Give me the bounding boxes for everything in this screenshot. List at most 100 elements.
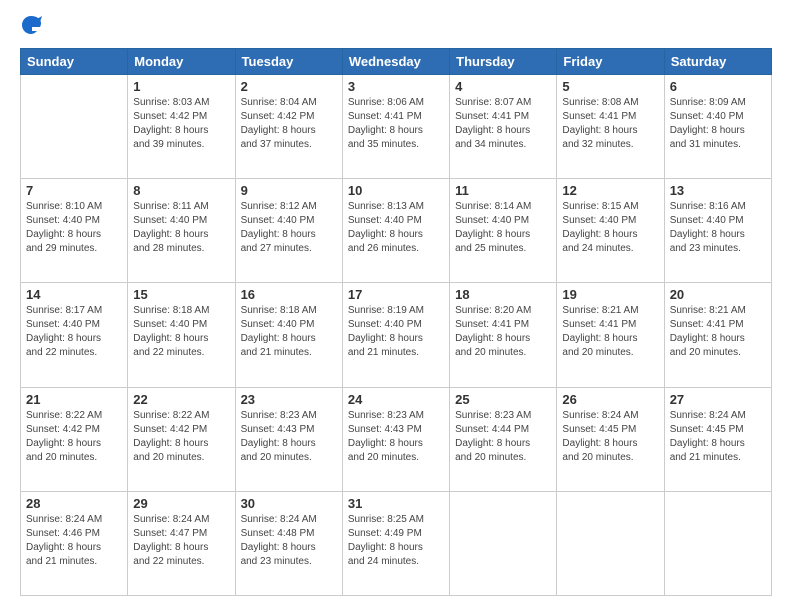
calendar-cell bbox=[21, 75, 128, 179]
calendar-cell: 27 Sunrise: 8:24 AM Sunset: 4:45 PM Dayli… bbox=[664, 387, 771, 491]
day-number: 3 bbox=[348, 79, 444, 94]
calendar-cell: 18 Sunrise: 8:20 AM Sunset: 4:41 PM Dayli… bbox=[450, 283, 557, 387]
day-number: 7 bbox=[26, 183, 122, 198]
day-info: Sunrise: 8:06 AM Sunset: 4:41 PM Dayligh… bbox=[348, 96, 444, 152]
day-number: 30 bbox=[241, 496, 337, 511]
calendar-cell: 7 Sunrise: 8:10 AM Sunset: 4:40 PM Daylig… bbox=[21, 179, 128, 283]
day-info: Sunrise: 8:21 AM Sunset: 4:41 PM Dayligh… bbox=[562, 304, 658, 360]
calendar-cell: 31 Sunrise: 8:25 AM Sunset: 4:49 PM Dayli… bbox=[342, 491, 449, 595]
day-info: Sunrise: 8:20 AM Sunset: 4:41 PM Dayligh… bbox=[455, 304, 551, 360]
calendar-cell: 28 Sunrise: 8:24 AM Sunset: 4:46 PM Dayli… bbox=[21, 491, 128, 595]
day-info: Sunrise: 8:17 AM Sunset: 4:40 PM Dayligh… bbox=[26, 304, 122, 360]
day-info: Sunrise: 8:22 AM Sunset: 4:42 PM Dayligh… bbox=[26, 409, 122, 465]
calendar-cell: 2 Sunrise: 8:04 AM Sunset: 4:42 PM Daylig… bbox=[235, 75, 342, 179]
day-info: Sunrise: 8:24 AM Sunset: 4:47 PM Dayligh… bbox=[133, 513, 229, 569]
day-number: 17 bbox=[348, 287, 444, 302]
calendar-cell: 16 Sunrise: 8:18 AM Sunset: 4:40 PM Dayli… bbox=[235, 283, 342, 387]
day-info: Sunrise: 8:11 AM Sunset: 4:40 PM Dayligh… bbox=[133, 200, 229, 256]
day-number: 2 bbox=[241, 79, 337, 94]
calendar-body: 1 Sunrise: 8:03 AM Sunset: 4:42 PM Daylig… bbox=[21, 75, 772, 596]
calendar-cell bbox=[450, 491, 557, 595]
day-info: Sunrise: 8:23 AM Sunset: 4:43 PM Dayligh… bbox=[348, 409, 444, 465]
day-number: 24 bbox=[348, 392, 444, 407]
calendar-cell: 25 Sunrise: 8:23 AM Sunset: 4:44 PM Dayli… bbox=[450, 387, 557, 491]
calendar-cell: 14 Sunrise: 8:17 AM Sunset: 4:40 PM Dayli… bbox=[21, 283, 128, 387]
calendar-cell: 22 Sunrise: 8:22 AM Sunset: 4:42 PM Dayli… bbox=[128, 387, 235, 491]
day-number: 14 bbox=[26, 287, 122, 302]
calendar-cell: 17 Sunrise: 8:19 AM Sunset: 4:40 PM Dayli… bbox=[342, 283, 449, 387]
day-info: Sunrise: 8:08 AM Sunset: 4:41 PM Dayligh… bbox=[562, 96, 658, 152]
day-info: Sunrise: 8:24 AM Sunset: 4:45 PM Dayligh… bbox=[562, 409, 658, 465]
calendar-cell: 11 Sunrise: 8:14 AM Sunset: 4:40 PM Dayli… bbox=[450, 179, 557, 283]
calendar-header-monday: Monday bbox=[128, 49, 235, 75]
calendar-cell: 9Sunrise: 8:12 AM Sunset: 4:40 PM Daylig… bbox=[235, 179, 342, 283]
day-info: Sunrise: 8:04 AM Sunset: 4:42 PM Dayligh… bbox=[241, 96, 337, 152]
calendar-cell: 23Sunrise: 8:23 AM Sunset: 4:43 PM Dayli… bbox=[235, 387, 342, 491]
day-info: Sunrise: 8:22 AM Sunset: 4:42 PM Dayligh… bbox=[133, 409, 229, 465]
calendar-cell: 6Sunrise: 8:09 AM Sunset: 4:40 PM Daylig… bbox=[664, 75, 771, 179]
day-number: 31 bbox=[348, 496, 444, 511]
day-number: 5 bbox=[562, 79, 658, 94]
calendar-cell: 26 Sunrise: 8:24 AM Sunset: 4:45 PM Dayli… bbox=[557, 387, 664, 491]
day-number: 18 bbox=[455, 287, 551, 302]
day-info: Sunrise: 8:16 AM Sunset: 4:40 PM Dayligh… bbox=[670, 200, 766, 256]
calendar-cell: 8 Sunrise: 8:11 AM Sunset: 4:40 PM Daylig… bbox=[128, 179, 235, 283]
day-number: 16 bbox=[241, 287, 337, 302]
day-number: 13 bbox=[670, 183, 766, 198]
calendar-cell: 3 Sunrise: 8:06 AM Sunset: 4:41 PM Daylig… bbox=[342, 75, 449, 179]
day-info: Sunrise: 8:24 AM Sunset: 4:46 PM Dayligh… bbox=[26, 513, 122, 569]
day-info: Sunrise: 8:24 AM Sunset: 4:48 PM Dayligh… bbox=[241, 513, 337, 569]
day-info: Sunrise: 8:24 AM Sunset: 4:45 PM Dayligh… bbox=[670, 409, 766, 465]
day-info: Sunrise: 8:07 AM Sunset: 4:41 PM Dayligh… bbox=[455, 96, 551, 152]
header bbox=[20, 16, 772, 38]
day-number: 1 bbox=[133, 79, 229, 94]
calendar-cell: 20Sunrise: 8:21 AM Sunset: 4:41 PM Dayli… bbox=[664, 283, 771, 387]
day-info: Sunrise: 8:10 AM Sunset: 4:40 PM Dayligh… bbox=[26, 200, 122, 256]
day-number: 22 bbox=[133, 392, 229, 407]
calendar-header-thursday: Thursday bbox=[450, 49, 557, 75]
day-number: 11 bbox=[455, 183, 551, 198]
day-number: 8 bbox=[133, 183, 229, 198]
calendar-cell: 29Sunrise: 8:24 AM Sunset: 4:47 PM Dayli… bbox=[128, 491, 235, 595]
calendar-header-row: SundayMondayTuesdayWednesdayThursdayFrid… bbox=[21, 49, 772, 75]
day-info: Sunrise: 8:19 AM Sunset: 4:40 PM Dayligh… bbox=[348, 304, 444, 360]
day-info: Sunrise: 8:15 AM Sunset: 4:40 PM Dayligh… bbox=[562, 200, 658, 256]
calendar-cell: 15 Sunrise: 8:18 AM Sunset: 4:40 PM Dayli… bbox=[128, 283, 235, 387]
day-info: Sunrise: 8:13 AM Sunset: 4:40 PM Dayligh… bbox=[348, 200, 444, 256]
calendar-cell: 13 Sunrise: 8:16 AM Sunset: 4:40 PM Dayli… bbox=[664, 179, 771, 283]
day-number: 26 bbox=[562, 392, 658, 407]
day-info: Sunrise: 8:25 AM Sunset: 4:49 PM Dayligh… bbox=[348, 513, 444, 569]
day-number: 15 bbox=[133, 287, 229, 302]
day-number: 23 bbox=[241, 392, 337, 407]
day-info: Sunrise: 8:18 AM Sunset: 4:40 PM Dayligh… bbox=[133, 304, 229, 360]
calendar-cell bbox=[664, 491, 771, 595]
calendar-cell: 1 Sunrise: 8:03 AM Sunset: 4:42 PM Daylig… bbox=[128, 75, 235, 179]
day-info: Sunrise: 8:18 AM Sunset: 4:40 PM Dayligh… bbox=[241, 304, 337, 360]
logo bbox=[20, 16, 46, 38]
calendar-cell bbox=[557, 491, 664, 595]
day-number: 25 bbox=[455, 392, 551, 407]
day-number: 4 bbox=[455, 79, 551, 94]
day-info: Sunrise: 8:14 AM Sunset: 4:40 PM Dayligh… bbox=[455, 200, 551, 256]
calendar-week-5: 28 Sunrise: 8:24 AM Sunset: 4:46 PM Dayli… bbox=[21, 491, 772, 595]
calendar-header-tuesday: Tuesday bbox=[235, 49, 342, 75]
calendar-week-3: 14 Sunrise: 8:17 AM Sunset: 4:40 PM Dayli… bbox=[21, 283, 772, 387]
calendar-header-wednesday: Wednesday bbox=[342, 49, 449, 75]
day-info: Sunrise: 8:23 AM Sunset: 4:44 PM Dayligh… bbox=[455, 409, 551, 465]
calendar-cell: 10Sunrise: 8:13 AM Sunset: 4:40 PM Dayli… bbox=[342, 179, 449, 283]
calendar-cell: 12Sunrise: 8:15 AM Sunset: 4:40 PM Dayli… bbox=[557, 179, 664, 283]
calendar-cell: 5 Sunrise: 8:08 AM Sunset: 4:41 PM Daylig… bbox=[557, 75, 664, 179]
calendar-cell: 24 Sunrise: 8:23 AM Sunset: 4:43 PM Dayli… bbox=[342, 387, 449, 491]
calendar-week-1: 1 Sunrise: 8:03 AM Sunset: 4:42 PM Daylig… bbox=[21, 75, 772, 179]
day-number: 9 bbox=[241, 183, 337, 198]
day-number: 28 bbox=[26, 496, 122, 511]
calendar-header-sunday: Sunday bbox=[21, 49, 128, 75]
calendar-cell: 21 Sunrise: 8:22 AM Sunset: 4:42 PM Dayli… bbox=[21, 387, 128, 491]
day-number: 27 bbox=[670, 392, 766, 407]
calendar-cell: 19Sunrise: 8:21 AM Sunset: 4:41 PM Dayli… bbox=[557, 283, 664, 387]
day-number: 21 bbox=[26, 392, 122, 407]
calendar-cell: 4 Sunrise: 8:07 AM Sunset: 4:41 PM Daylig… bbox=[450, 75, 557, 179]
page: SundayMondayTuesdayWednesdayThursdayFrid… bbox=[0, 0, 792, 612]
day-info: Sunrise: 8:03 AM Sunset: 4:42 PM Dayligh… bbox=[133, 96, 229, 152]
day-info: Sunrise: 8:09 AM Sunset: 4:40 PM Dayligh… bbox=[670, 96, 766, 152]
